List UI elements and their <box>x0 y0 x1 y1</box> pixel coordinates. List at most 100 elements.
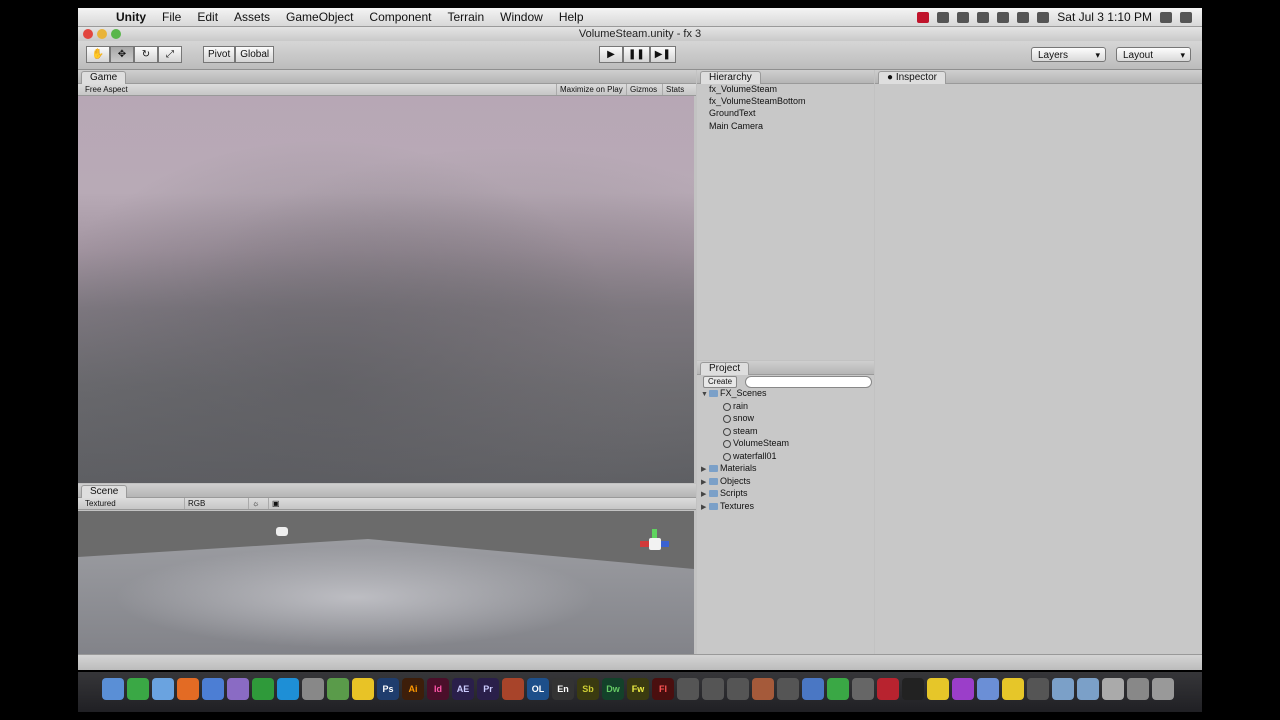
app-icon[interactable] <box>827 678 849 700</box>
app-icon[interactable] <box>952 678 974 700</box>
aspect-dropdown[interactable]: Free Aspect <box>82 84 131 95</box>
scene-file[interactable]: steam <box>723 426 758 436</box>
unity-icon[interactable] <box>777 678 799 700</box>
tab-inspector[interactable]: ● Inspector <box>878 71 946 84</box>
volume-icon[interactable] <box>1160 11 1172 23</box>
app-icon[interactable] <box>977 678 999 700</box>
soundbooth-icon[interactable]: Sb <box>577 678 599 700</box>
tab-scene[interactable]: Scene <box>81 485 128 498</box>
menu-file[interactable]: File <box>154 10 189 24</box>
layout-dropdown[interactable]: Layout <box>1116 47 1191 63</box>
stats-toggle[interactable]: Stats <box>662 84 687 95</box>
camera-gizmo-icon[interactable] <box>276 527 288 536</box>
app-icon[interactable] <box>877 678 899 700</box>
app-icon[interactable] <box>502 678 524 700</box>
hand-tool-icon[interactable]: ✋ <box>86 46 110 63</box>
rotate-tool-icon[interactable]: ↻ <box>134 46 158 63</box>
folder-scripts[interactable]: ▶ Scripts <box>701 488 748 498</box>
app-icon[interactable] <box>302 678 324 700</box>
itunes-icon[interactable] <box>202 678 224 700</box>
orientation-gizmo-icon[interactable] <box>640 529 670 559</box>
clock[interactable]: Sat Jul 3 1:10 PM <box>1057 10 1152 24</box>
hierarchy-item[interactable]: fx_VolumeSteam <box>709 84 777 94</box>
move-tool-icon[interactable]: ✥ <box>110 46 134 63</box>
folder-icon[interactable] <box>1052 678 1074 700</box>
sync-icon[interactable] <box>957 11 970 23</box>
create-dropdown[interactable]: Create <box>703 376 738 388</box>
scene-file[interactable]: rain <box>723 401 748 411</box>
tab-hierarchy[interactable]: Hierarchy <box>700 71 761 84</box>
close-window-icon[interactable] <box>83 29 93 39</box>
unity-icon[interactable] <box>1027 678 1049 700</box>
menu-edit[interactable]: Edit <box>189 10 226 24</box>
scene-viewport[interactable] <box>78 511 694 657</box>
wifi-icon[interactable] <box>977 11 990 23</box>
render-mode-dropdown[interactable]: RGB <box>184 498 208 509</box>
menu-assets[interactable]: Assets <box>226 10 278 24</box>
folder-textures[interactable]: ▶ Textures <box>701 501 754 511</box>
folder-icon[interactable] <box>1077 678 1099 700</box>
pause-button[interactable]: ❚❚ <box>623 46 650 63</box>
safari-icon[interactable] <box>152 678 174 700</box>
premiere-icon[interactable]: Pr <box>477 678 499 700</box>
play-button[interactable]: ▶ <box>599 46 623 63</box>
app-icon[interactable] <box>252 678 274 700</box>
menu-terrain[interactable]: Terrain <box>439 10 492 24</box>
maximize-on-play-toggle[interactable]: Maximize on Play <box>556 84 626 95</box>
menu-gameobject[interactable]: GameObject <box>278 10 361 24</box>
minimize-window-icon[interactable] <box>97 29 107 39</box>
tab-project[interactable]: Project <box>700 362 750 375</box>
folder-fx-scenes[interactable]: ▼ FX_Scenes <box>701 388 767 398</box>
collapsed-arrow-icon[interactable]: ▶ <box>701 490 709 498</box>
unity-icon[interactable] <box>727 678 749 700</box>
global-toggle[interactable]: Global <box>235 46 275 63</box>
collapsed-arrow-icon[interactable]: ▶ <box>701 478 709 486</box>
app-icon[interactable] <box>852 678 874 700</box>
time-machine-icon[interactable] <box>1037 11 1050 23</box>
game-viewport[interactable] <box>78 96 694 483</box>
menu-app[interactable]: Unity <box>108 10 154 24</box>
app-icon[interactable] <box>327 678 349 700</box>
scene-file[interactable]: snow <box>723 413 754 423</box>
display-icon[interactable] <box>1017 11 1030 23</box>
zoom-window-icon[interactable] <box>111 29 121 39</box>
scene-file[interactable]: VolumeSteam <box>723 438 789 448</box>
menu-window[interactable]: Window <box>492 10 551 24</box>
fireworks-icon[interactable]: Fw <box>627 678 649 700</box>
app-icon[interactable] <box>1102 678 1124 700</box>
layers-dropdown[interactable]: Layers <box>1031 47 1106 63</box>
tab-game[interactable]: Game <box>81 71 127 84</box>
globe-icon[interactable] <box>802 678 824 700</box>
spotlight-search-icon[interactable] <box>1180 11 1192 23</box>
expanded-arrow-icon[interactable]: ▼ <box>701 391 709 398</box>
photoshop-icon[interactable]: Ps <box>377 678 399 700</box>
gizmos-toggle[interactable]: Gizmos <box>626 84 660 95</box>
dreamweaver-icon[interactable]: Dw <box>602 678 624 700</box>
draw-mode-dropdown[interactable]: Textured <box>82 498 119 509</box>
unity-icon[interactable] <box>677 678 699 700</box>
collapsed-arrow-icon[interactable]: ▶ <box>701 465 709 473</box>
app-icon[interactable] <box>752 678 774 700</box>
battery-icon[interactable] <box>997 11 1010 23</box>
project-search-input[interactable] <box>745 376 872 388</box>
folder-objects[interactable]: ▶ Objects <box>701 476 751 486</box>
collapsed-arrow-icon[interactable]: ▶ <box>701 503 709 511</box>
recording-icon[interactable] <box>917 11 930 23</box>
hierarchy-item[interactable]: GroundText <box>709 108 756 118</box>
app-icon[interactable] <box>1002 678 1024 700</box>
app-icon[interactable] <box>927 678 949 700</box>
menu-help[interactable]: Help <box>551 10 592 24</box>
firefox-icon[interactable] <box>177 678 199 700</box>
cyberduck-icon[interactable] <box>352 678 374 700</box>
scene-image-icon[interactable]: ▣ <box>268 498 283 509</box>
pivot-toggle[interactable]: Pivot <box>203 46 236 63</box>
hierarchy-item[interactable]: Main Camera <box>709 121 763 131</box>
encore-icon[interactable]: En <box>552 678 574 700</box>
indesign-icon[interactable]: Id <box>427 678 449 700</box>
after-effects-icon[interactable]: AE <box>452 678 474 700</box>
skype-icon[interactable] <box>277 678 299 700</box>
onlocation-icon[interactable]: OL <box>527 678 549 700</box>
app-icon[interactable] <box>902 678 924 700</box>
unity-icon[interactable] <box>702 678 724 700</box>
dropbox-icon[interactable] <box>937 11 950 23</box>
